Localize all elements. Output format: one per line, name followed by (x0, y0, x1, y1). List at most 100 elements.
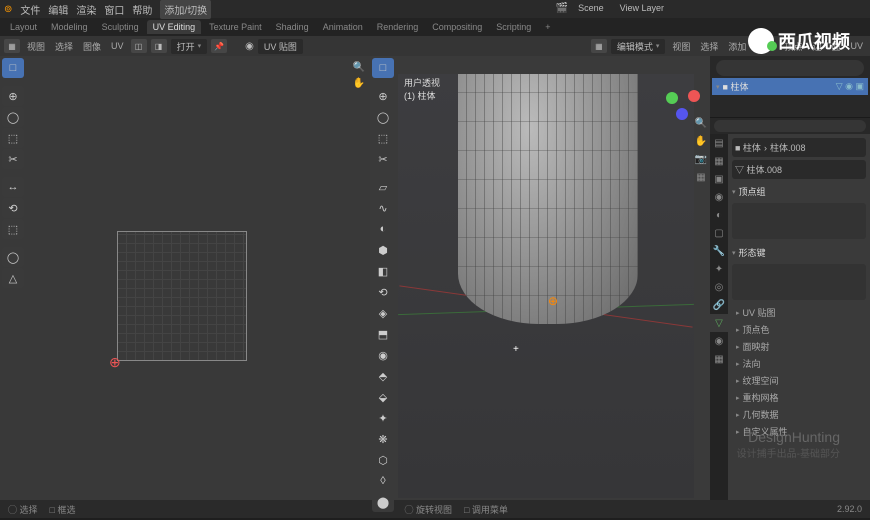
uv-zoom-icon[interactable]: 🔍 (352, 60, 366, 74)
row-remesh[interactable]: ▸重构网格 (732, 389, 866, 406)
ptab-texture[interactable]: ▦ (710, 350, 728, 368)
uv-uv[interactable]: UV (108, 41, 127, 51)
uv-canvas[interactable]: ⊕ (32, 76, 368, 498)
ptab-world[interactable]: ◐ (710, 206, 728, 224)
vp-tool-15[interactable]: ⬙ (372, 387, 394, 407)
uv-tool-rip[interactable]: ✂ (2, 149, 24, 169)
menu-file[interactable]: 文件 (20, 2, 40, 17)
tab-add[interactable]: + (539, 20, 556, 34)
row-vertcolor[interactable]: ▸顶点色 (732, 321, 866, 338)
object-name-field[interactable]: ▽ 柱体.008 (732, 160, 866, 179)
uv-tool-select[interactable]: □ (2, 58, 24, 78)
vp-tool-4[interactable]: ✂ (372, 149, 394, 169)
uv-view[interactable]: 视图 (24, 40, 48, 53)
tab-texturepaint[interactable]: Texture Paint (203, 20, 268, 34)
vp-tool-12[interactable]: ⬒ (372, 324, 394, 344)
vp-tool-0[interactable]: □ (372, 58, 394, 78)
vp-tool-13[interactable]: ◉ (372, 345, 394, 365)
ptab-render[interactable]: ▤ (710, 134, 728, 152)
vp-tool-18[interactable]: ⬡ (372, 450, 394, 470)
row-texspace[interactable]: ▸纹理空间 (732, 372, 866, 389)
breadcrumb[interactable]: ■ 柱体 › 柱体.008 (732, 138, 866, 157)
ptab-modifier[interactable]: 🔧 (710, 242, 728, 260)
vertexgroups-panel[interactable] (732, 203, 866, 239)
vp-tool-20[interactable]: ⬤ (372, 492, 394, 512)
tab-sculpting[interactable]: Sculpting (96, 20, 145, 34)
vp-tool-10[interactable]: ⟲ (372, 282, 394, 302)
mesh-cylinder[interactable] (458, 74, 638, 324)
vp-view[interactable]: 视图 (669, 40, 693, 53)
uv-btn1[interactable]: ◫ (131, 39, 147, 53)
ptab-particle[interactable]: ✦ (710, 260, 728, 278)
tab-animation[interactable]: Animation (317, 20, 369, 34)
tab-scripting[interactable]: Scripting (490, 20, 537, 34)
zoom-icon[interactable]: 🔍 (694, 116, 708, 130)
vp-tool-1[interactable]: ⊕ (372, 86, 394, 106)
image-open-dropdown[interactable]: 打开▾ (171, 39, 208, 54)
vp-tool-2[interactable]: ◯ (372, 107, 394, 127)
camera-icon[interactable]: 📷 (694, 152, 708, 166)
tab-rendering[interactable]: Rendering (371, 20, 425, 34)
vp-tool-11[interactable]: ◈ (372, 303, 394, 323)
row-normals[interactable]: ▸法向 (732, 355, 866, 372)
uv-tool-lasso[interactable]: ⬚ (2, 128, 24, 148)
viewlayer-selector[interactable]: View Layer (614, 2, 670, 14)
tab-shading[interactable]: Shading (270, 20, 315, 34)
vp-tool-7[interactable]: ◐ (372, 219, 394, 239)
vp-tool-16[interactable]: ✦ (372, 408, 394, 428)
ptab-mesh[interactable]: ▽ (710, 314, 728, 332)
vp-editor-icon[interactable]: ▦ (591, 39, 607, 53)
tab-compositing[interactable]: Compositing (426, 20, 488, 34)
vp-uv[interactable]: UV (847, 41, 866, 51)
uv-select[interactable]: 选择 (52, 40, 76, 53)
vp-tool-3[interactable]: ⬚ (372, 128, 394, 148)
uv-tool-cursor[interactable]: ⊕ (2, 86, 24, 106)
menu-help[interactable]: 帮助 (132, 2, 152, 17)
row-geodata[interactable]: ▸几何数据 (732, 406, 866, 423)
ptab-scene[interactable]: ◉ (710, 188, 728, 206)
tab-layout[interactable]: Layout (4, 20, 43, 34)
viewport-canvas[interactable]: ⊕ 用户透视 (1) 柱体 + (398, 74, 694, 498)
uv-tool-measure[interactable]: △ (2, 268, 24, 288)
uv-tool-annotate[interactable]: ◯ (2, 247, 24, 267)
scene-selector[interactable]: Scene (572, 2, 610, 14)
uv-tool-scale[interactable]: ⬚ (2, 219, 24, 239)
row-facemap[interactable]: ▸面映射 (732, 338, 866, 355)
pan-icon[interactable]: ✋ (694, 134, 708, 148)
vp-tool-19[interactable]: ◊ (372, 471, 394, 491)
outliner-collection[interactable]: ▾■ 柱体▽ ◉ ▣ (712, 78, 868, 95)
tab-modeling[interactable]: Modeling (45, 20, 94, 34)
vp-tool-14[interactable]: ⬘ (372, 366, 394, 386)
row-uvmap[interactable]: ▸UV 贴图 (732, 304, 866, 321)
ptab-material[interactable]: ◉ (710, 332, 728, 350)
mode-selector[interactable]: 编辑模式▾ (611, 39, 666, 54)
shapekeys-panel[interactable] (732, 264, 866, 300)
vp-select[interactable]: 选择 (697, 40, 721, 53)
section-shapekeys[interactable]: ▾形态键 (732, 243, 866, 262)
vp-tool-17[interactable]: ❋ (372, 429, 394, 449)
vp-tool-6[interactable]: ∿ (372, 198, 394, 218)
uv-tool-circle[interactable]: ◯ (2, 107, 24, 127)
uv-tool-rotate[interactable]: ⟲ (2, 198, 24, 218)
props-search[interactable] (714, 120, 866, 132)
uv-map-label[interactable]: UV 贴图 (258, 39, 303, 54)
tab-uvediting[interactable]: UV Editing (147, 20, 202, 34)
persp-icon[interactable]: ▦ (694, 170, 708, 184)
outliner-search[interactable] (716, 60, 864, 76)
menu-render[interactable]: 渲染 (76, 2, 96, 17)
ptab-view[interactable]: ▣ (710, 170, 728, 188)
vp-tool-5[interactable]: ▱ (372, 177, 394, 197)
vp-tool-8[interactable]: ⬢ (372, 240, 394, 260)
ptab-output[interactable]: ▦ (710, 152, 728, 170)
vp-tool-9[interactable]: ◧ (372, 261, 394, 281)
uv-pan-icon[interactable]: ✋ (352, 76, 366, 90)
uv-image[interactable]: 图像 (80, 40, 104, 53)
vp-add[interactable]: 添加 (725, 40, 749, 53)
menu-add-switch[interactable]: 添加/切换 (160, 0, 211, 19)
ptab-constraint[interactable]: 🔗 (710, 296, 728, 314)
uv-btn2[interactable]: ◨ (151, 39, 167, 53)
uv-pin[interactable]: 📌 (211, 39, 227, 53)
menu-window[interactable]: 窗口 (104, 2, 124, 17)
uv-tool-move[interactable]: ↔ (2, 177, 24, 197)
ptab-object[interactable]: ▢ (710, 224, 728, 242)
